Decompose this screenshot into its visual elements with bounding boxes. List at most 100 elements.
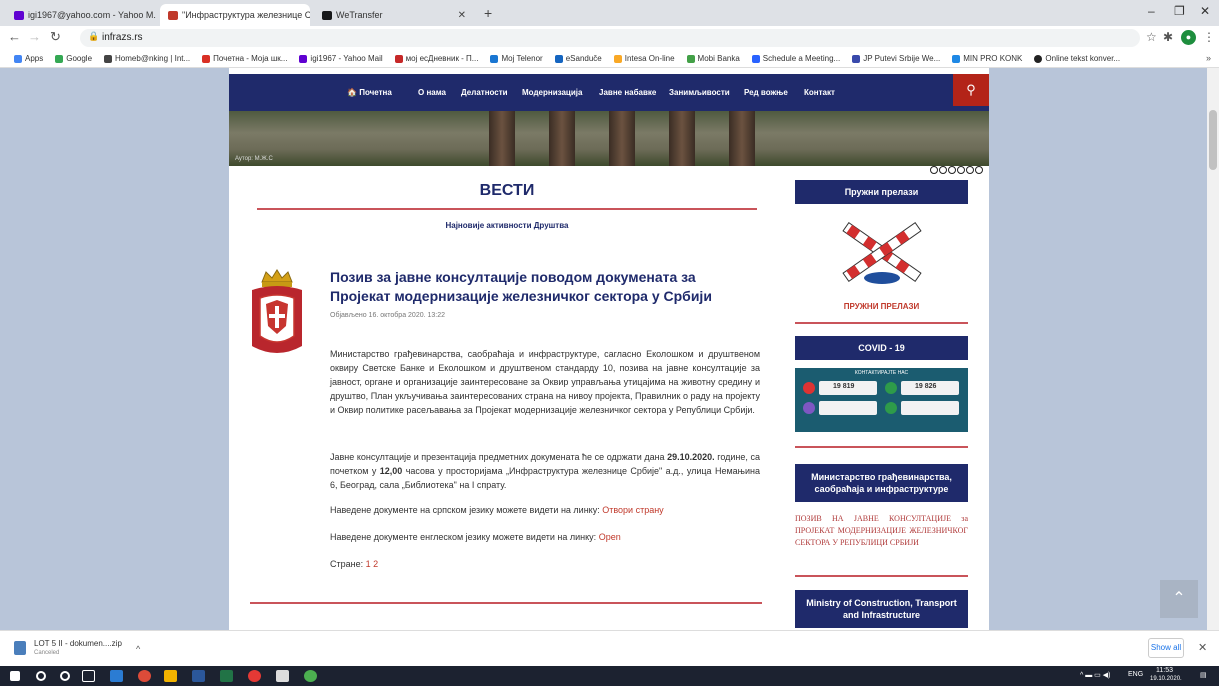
back-arrow-icon[interactable]: ← (8, 29, 21, 44)
clock-time[interactable]: 11:53 (1156, 667, 1173, 674)
extension-icon[interactable]: ✱ (1163, 30, 1173, 44)
scroll-to-top-button[interactable]: ⌃ (1160, 580, 1198, 618)
chrome-icon[interactable] (138, 670, 151, 682)
reload-icon[interactable]: ↻ (50, 29, 61, 45)
restore-button[interactable]: ❐ (1174, 4, 1185, 18)
slider-dot[interactable] (939, 166, 947, 174)
cortana-icon[interactable] (60, 671, 70, 681)
chevron-up-icon[interactable]: ^ (136, 644, 140, 654)
sidebar-ministry-en-title[interactable]: Ministry of Construction, Transport and … (795, 590, 968, 628)
bookmark-apps[interactable]: Apps (14, 54, 43, 63)
show-all-downloads-button[interactable]: Show all (1148, 638, 1184, 658)
whatsapp-icon[interactable] (304, 670, 317, 682)
bookmark-intesa[interactable]: Intesa On-line (613, 54, 675, 63)
nav-item-contact[interactable]: Контакт (804, 88, 835, 97)
new-tab-button[interactable]: + (484, 5, 492, 21)
nav-item-home[interactable]: 🏠 Почетна (347, 88, 392, 97)
folder-icon[interactable] (164, 670, 177, 682)
site-favicon-icon (168, 10, 178, 20)
task-view-icon[interactable] (82, 670, 95, 682)
bookmark-yahoo-mail[interactable]: igi1967 - Yahoo Mail (299, 54, 383, 63)
sidebar-divider (795, 575, 968, 577)
bookmark-google[interactable]: Google (55, 54, 92, 63)
language-indicator[interactable]: ENG (1128, 671, 1143, 678)
profile-avatar[interactable]: ● (1181, 30, 1196, 45)
phone-icon (885, 382, 897, 394)
download-item[interactable]: LOT 5 II - dokumen....zip Canceled ^ (14, 637, 154, 661)
telenor-icon (490, 54, 499, 63)
bookmark-esdnevnik[interactable]: мој есДневник - П... (394, 54, 478, 63)
hero-image: Аутор: М.Ж.С (229, 111, 989, 166)
slider-dot[interactable] (975, 166, 983, 174)
opera-icon[interactable] (248, 670, 261, 682)
bookmark-star-icon[interactable]: ☆ (1146, 30, 1157, 44)
divider (257, 208, 757, 210)
covid-number-1: 19 819 (833, 383, 855, 390)
slider-dot[interactable] (957, 166, 965, 174)
article-paragraph-1: Министарство грађевинарства, саобраћаја … (330, 349, 760, 415)
windows-start-icon[interactable] (10, 671, 20, 681)
bookmark-online-tekst[interactable]: Online tekst konver... (1034, 54, 1120, 63)
close-downloads-icon[interactable]: ✕ (1198, 641, 1207, 654)
article-paragraph-3: Наведене документе на српском језику мож… (330, 505, 664, 515)
railway-crossing-logo-icon[interactable] (834, 218, 930, 298)
minimize-button[interactable]: – (1148, 4, 1155, 18)
excel-icon[interactable] (220, 670, 233, 682)
bookmark-mobi-banka[interactable]: Mobi Banka (686, 54, 740, 63)
slider-dot[interactable] (930, 166, 938, 174)
diary-icon (394, 54, 403, 63)
bookmark-telenor[interactable]: Moj Telenor (490, 54, 543, 63)
store-icon[interactable] (110, 670, 123, 682)
clock-date[interactable]: 19.10.2020. (1150, 676, 1182, 682)
ministry-consultation-link[interactable]: ПОЗИВ НА ЈАВНЕ КОНСУЛТАЦИЈЕ за ПРОЈЕКАТ … (795, 513, 968, 549)
bookmark-moja-skola[interactable]: Почетна - Моја шк... (202, 54, 287, 63)
tray-icons[interactable]: ^ ▬ ▭ ◀) (1080, 671, 1110, 679)
bookmark-min-pro-konk[interactable]: MIN PRO KONK (952, 54, 1022, 63)
mobi-banka-icon (686, 54, 695, 63)
more-bookmarks-icon[interactable]: » (1206, 53, 1211, 63)
yahoo-mail-icon (14, 10, 24, 20)
article-title[interactable]: Позив за јавне консултације поводом доку… (330, 268, 750, 306)
sidebar-covid-title[interactable]: COVID - 19 (795, 336, 968, 360)
serbian-docs-link[interactable]: Отвори страну (602, 505, 663, 515)
nav-item-timetable[interactable]: Ред вожње (744, 88, 788, 97)
search-icon[interactable] (36, 671, 46, 681)
bookmark-esanduce[interactable]: eSanduče (554, 54, 602, 63)
nav-item-procurement[interactable]: Јавне набавке (599, 88, 656, 97)
word-icon[interactable] (192, 670, 205, 682)
scrollbar-thumb[interactable] (1209, 110, 1217, 170)
sidebar-ministry-title[interactable]: Министарство грађевинарства, саобраћаја … (795, 464, 968, 502)
slider-dot[interactable] (948, 166, 956, 174)
nav-item-modernization[interactable]: Модернизација (522, 88, 582, 97)
nav-item-activities[interactable]: Делатности (461, 88, 508, 97)
phone-icon (803, 382, 815, 394)
sidebar-crossings-title[interactable]: Пружни прелази (795, 180, 968, 204)
app-icon[interactable] (276, 670, 289, 682)
nav-item-about[interactable]: О нама (418, 88, 446, 97)
meeting-icon (751, 54, 760, 63)
school-icon (202, 54, 211, 63)
search-icon[interactable]: ⚲ (953, 74, 989, 106)
notifications-icon[interactable]: ▤ (1200, 671, 1207, 679)
covid-contact-banner[interactable]: КОНТАКТИРАЈТЕ НАС 19 819 19 826 (795, 368, 968, 432)
close-tab-icon[interactable]: ✕ (452, 10, 466, 21)
omnibox[interactable]: 🔒 infrazs.rs (80, 29, 1140, 47)
english-docs-link[interactable]: Open (599, 532, 621, 542)
bookmark-putevi-srbije[interactable]: JP Putevi Srbije We... (852, 54, 940, 63)
page-links[interactable]: 1 2 (366, 559, 379, 569)
download-status: Canceled (34, 650, 60, 656)
whatsapp-icon (885, 402, 897, 414)
download-file-name: LOT 5 II - dokumen....zip (34, 639, 122, 648)
slider-dot[interactable] (966, 166, 974, 174)
forward-arrow-icon[interactable]: → (28, 29, 41, 44)
menu-dots-icon[interactable]: ⋮ (1203, 30, 1215, 44)
bookmark-schedule-meeting[interactable]: Schedule a Meeting... (751, 54, 840, 63)
browser-tab-strip: igi1967@yahoo.com - Yahoo M... ✕ "Инфрас… (0, 0, 1219, 26)
tab-infrazs[interactable]: "Инфраструктура железнице С... ✕ (160, 4, 310, 26)
bookmark-homebanking[interactable]: Homeb@nking | Int... (104, 54, 190, 63)
nav-item-interesting[interactable]: Занимљивости (669, 88, 730, 97)
close-window-button[interactable]: ✕ (1200, 4, 1210, 18)
url-text[interactable]: infrazs.rs (102, 32, 143, 43)
tab-yahoo-mail[interactable]: igi1967@yahoo.com - Yahoo M... ✕ (6, 4, 156, 26)
tab-wetransfer[interactable]: WeTransfer ✕ (314, 4, 474, 26)
